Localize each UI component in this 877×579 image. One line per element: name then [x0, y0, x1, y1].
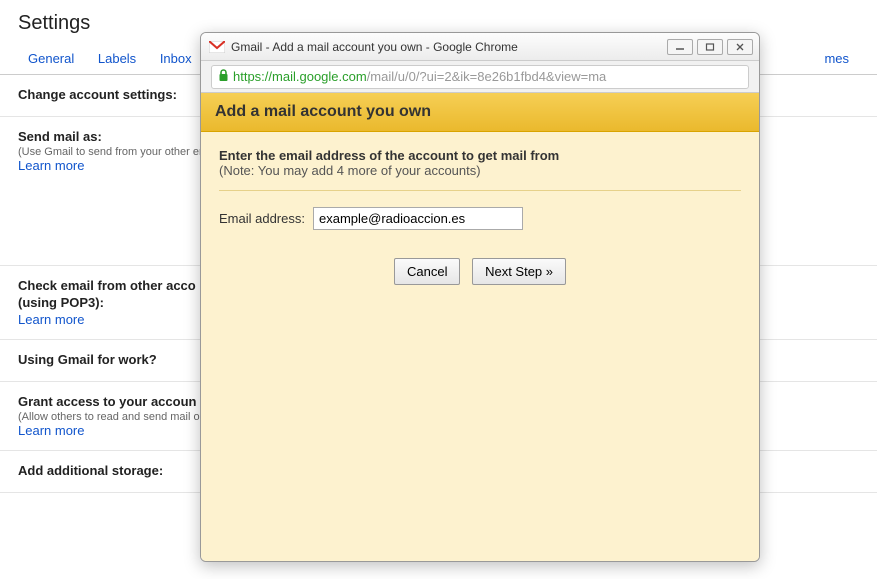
window-title: Gmail - Add a mail account you own - Goo…: [231, 40, 663, 54]
email-row: Email address:: [219, 207, 741, 230]
close-icon: [735, 43, 745, 51]
popup-window: Gmail - Add a mail account you own - Goo…: [200, 32, 760, 562]
cancel-button[interactable]: Cancel: [394, 258, 460, 285]
next-step-button[interactable]: Next Step »: [472, 258, 566, 285]
tab-general[interactable]: General: [18, 43, 84, 74]
popup-body: Add a mail account you own Enter the ema…: [201, 93, 759, 561]
minimize-icon: [675, 43, 685, 51]
close-button[interactable]: [727, 39, 753, 55]
lock-icon: [218, 69, 229, 85]
gmail-icon: [209, 41, 225, 53]
popup-content: Enter the email address of the account t…: [201, 132, 759, 301]
url-scheme: https://: [233, 69, 272, 84]
url-field[interactable]: https://mail.google.com/mail/u/0/?ui=2&i…: [211, 65, 749, 89]
tab-labels[interactable]: Labels: [88, 43, 146, 74]
form-note: (Note: You may add 4 more of your accoun…: [219, 163, 741, 178]
url-host: mail.google.com: [272, 69, 367, 84]
address-bar: https://mail.google.com/mail/u/0/?ui=2&i…: [201, 61, 759, 93]
tab-themes-partial[interactable]: mes: [814, 43, 859, 74]
maximize-button[interactable]: [697, 39, 723, 55]
divider: [219, 190, 741, 191]
button-row: Cancel Next Step »: [219, 258, 741, 285]
minimize-button[interactable]: [667, 39, 693, 55]
form-prompt: Enter the email address of the account t…: [219, 148, 741, 163]
maximize-icon: [705, 43, 715, 51]
window-titlebar[interactable]: Gmail - Add a mail account you own - Goo…: [201, 33, 759, 61]
popup-header: Add a mail account you own: [201, 93, 759, 132]
url-path: /mail/u/0/?ui=2&ik=8e26b1fbd4&view=ma: [367, 69, 607, 84]
email-label: Email address:: [219, 211, 305, 226]
tab-inbox[interactable]: Inbox: [150, 43, 202, 74]
email-field[interactable]: [313, 207, 523, 230]
